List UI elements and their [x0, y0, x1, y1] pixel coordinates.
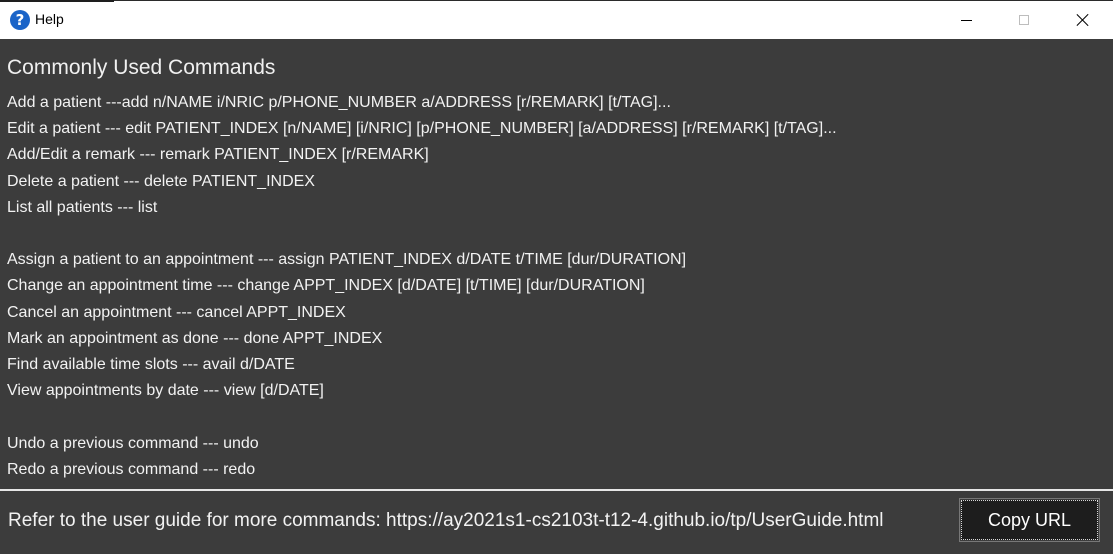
window-title: Help — [35, 11, 64, 27]
maximize-icon — [1019, 15, 1029, 25]
minimize-icon — [960, 19, 972, 21]
command-redo: Redo a previous command --- redo — [7, 460, 256, 478]
title-bar: ? Help — [0, 0, 1113, 39]
command-remark: Add/Edit a remark --- remark PATIENT_IND… — [7, 146, 429, 164]
command-view: View appointments by date --- view [d/DA… — [7, 382, 324, 400]
question-mark-icon: ? — [10, 10, 30, 30]
footer: Refer to the user guide for more command… — [0, 491, 1113, 554]
command-undo: Undo a previous command --- undo — [7, 434, 259, 452]
close-icon — [1076, 13, 1090, 27]
command-done: Mark an appointment as done --- done APP… — [7, 329, 383, 347]
close-button[interactable] — [1054, 1, 1112, 39]
command-avail: Find available time slots --- avail d/DA… — [7, 356, 295, 374]
maximize-button[interactable] — [995, 1, 1053, 39]
command-assign: Assign a patient to an appointment --- a… — [7, 251, 687, 269]
command-cancel: Cancel an appointment --- cancel APPT_IN… — [7, 303, 346, 321]
user-guide-text: Refer to the user guide for more command… — [8, 510, 884, 531]
command-delete-patient: Delete a patient --- delete PATIENT_INDE… — [7, 172, 315, 190]
command-edit-patient: Edit a patient --- edit PATIENT_INDEX [n… — [7, 120, 837, 138]
section-heading: Commonly Used Commands — [7, 56, 276, 79]
copy-url-button[interactable]: Copy URL — [959, 498, 1100, 542]
title-bar-accent — [0, 0, 114, 2]
command-list-patients: List all patients --- list — [7, 198, 158, 216]
command-add-patient: Add a patient ---add n/NAME i/NRIC p/PHO… — [7, 94, 671, 111]
minimize-button[interactable] — [937, 1, 995, 39]
command-list: Commonly Used Commands Add a patient ---… — [7, 54, 1113, 483]
command-change: Change an appointment time --- change AP… — [7, 277, 645, 295]
